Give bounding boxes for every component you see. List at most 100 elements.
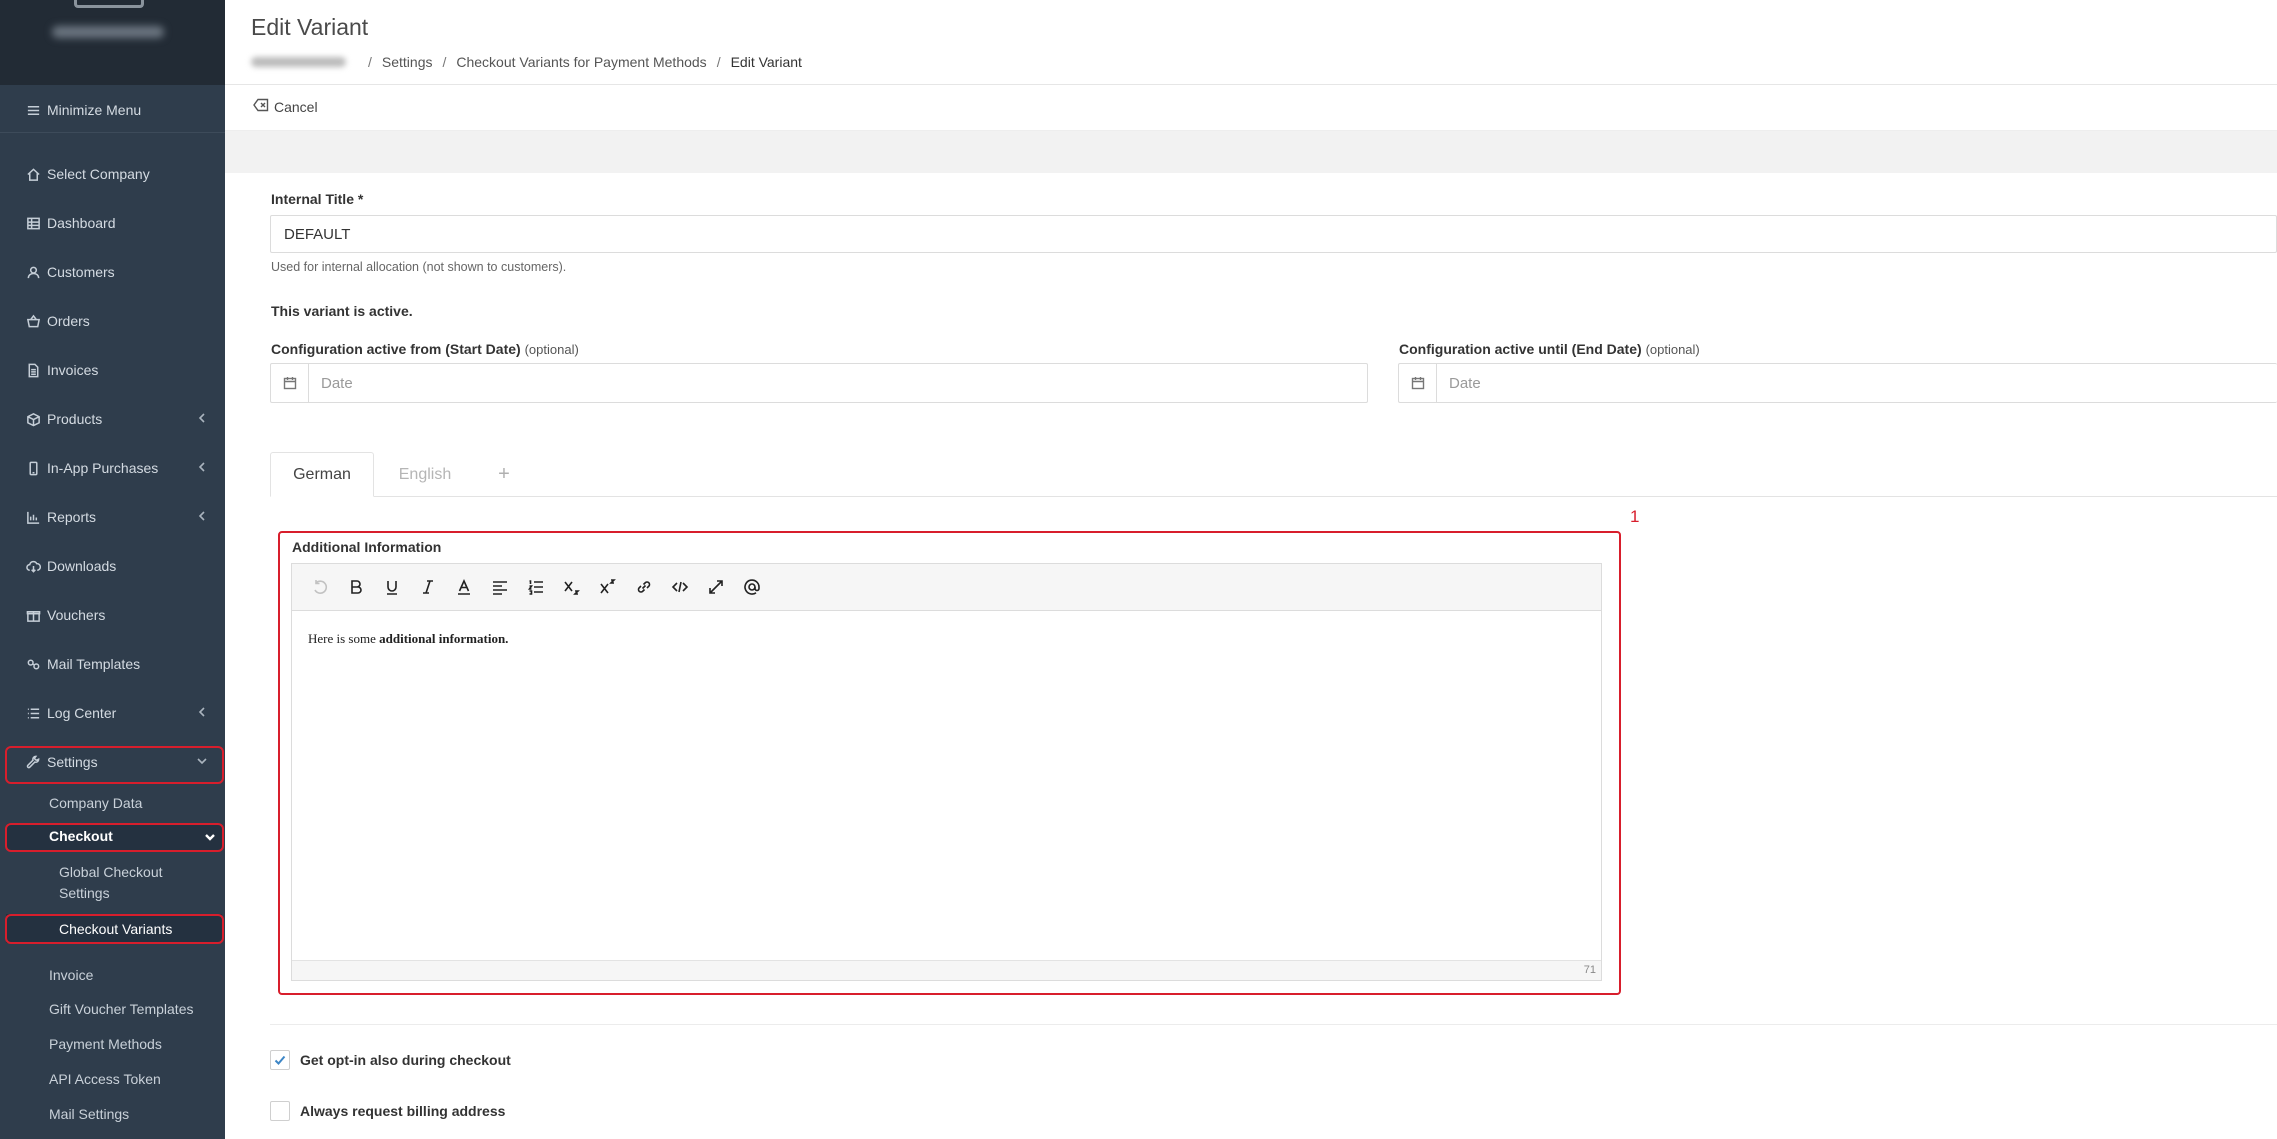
sidebar-sub-item-company-data[interactable]: Company Data (49, 793, 142, 814)
gift-icon (25, 607, 41, 623)
tab-german[interactable]: German (270, 452, 374, 497)
sidebar-item-dashboard[interactable]: Dashboard (0, 203, 225, 243)
chevron-left-icon (195, 509, 209, 523)
internal-title-input[interactable]: DEFAULT (270, 215, 2277, 253)
editor-text-bold: additional information. (379, 631, 509, 646)
end-date-field[interactable]: Date (1398, 363, 2277, 403)
billing-address-checkbox-row[interactable]: Always request billing address (270, 1101, 505, 1121)
rich-text-editor: Here is some additional information. 71 (291, 563, 1602, 981)
opt-in-checkbox-row[interactable]: Get opt-in also during checkout (270, 1050, 511, 1070)
end-date-optional: (optional) (1645, 342, 1700, 357)
italic-icon[interactable] (410, 572, 446, 602)
annotation-number: 1 (1630, 507, 1640, 526)
checkout-highlight-box (5, 823, 224, 852)
sidebar-sub-item-global-checkout-settings[interactable]: Global Checkout Settings (59, 862, 163, 904)
sidebar-item-downloads[interactable]: Downloads (0, 546, 225, 586)
opt-in-label: Get opt-in also during checkout (300, 1052, 511, 1068)
sidebar-item-label: Dashboard (47, 215, 116, 231)
editor-text-plain: Here is some (308, 631, 380, 646)
sidebar-item-label: Products (47, 411, 103, 427)
hamburger-icon (25, 102, 41, 118)
sidebar-sub-item-mail-settings[interactable]: Mail Settings (49, 1104, 129, 1125)
sidebar-item-invoices[interactable]: Invoices (0, 350, 225, 390)
code-icon[interactable] (662, 572, 698, 602)
cancel-button[interactable]: Cancel (253, 98, 318, 115)
start-date-input[interactable]: Date (309, 364, 1367, 402)
breadcrumb-settings[interactable]: Settings (382, 54, 433, 70)
breadcrumb-company-blurred[interactable] (251, 57, 346, 67)
sidebar-item-label: Log Center (47, 705, 117, 721)
text-color-icon[interactable] (446, 572, 482, 602)
breadcrumb-current: Edit Variant (730, 54, 802, 70)
cloud-download-icon (25, 558, 41, 574)
add-language-tab[interactable]: + (490, 452, 518, 497)
subscript-icon[interactable] (554, 572, 590, 602)
checkout-variants-highlight-box (5, 914, 224, 944)
superscript-icon[interactable] (590, 572, 626, 602)
breadcrumb-checkout-variants[interactable]: Checkout Variants for Payment Methods (456, 54, 706, 70)
mail-template-icon (25, 656, 41, 672)
editor-content[interactable]: Here is some additional information. (292, 611, 1601, 667)
fullscreen-icon[interactable] (698, 572, 734, 602)
minimize-menu-button[interactable]: Minimize Menu (0, 90, 225, 130)
sidebar-item-vouchers[interactable]: Vouchers (0, 595, 225, 635)
underline-icon[interactable] (374, 572, 410, 602)
start-date-field[interactable]: Date (270, 363, 1368, 403)
sidebar-item-in-app-purchases[interactable]: In-App Purchases (0, 448, 225, 488)
cancel-label: Cancel (274, 98, 318, 115)
link-icon[interactable] (626, 572, 662, 602)
start-date-optional: (optional) (524, 342, 579, 357)
end-date-input[interactable]: Date (1437, 364, 2277, 402)
start-date-label: Configuration active from (Start Date) (… (271, 341, 579, 357)
additional-information-label: Additional Information (292, 539, 442, 555)
tab-english[interactable]: English (388, 452, 462, 497)
chevron-left-icon (195, 460, 209, 474)
sidebar-item-reports[interactable]: Reports (0, 497, 225, 537)
internal-title-label: Internal Title * (271, 191, 364, 207)
sidebar-sub-item-payment-methods[interactable]: Payment Methods (49, 1034, 162, 1055)
mobile-icon (25, 460, 41, 476)
sidebar-sub-item-api-access-token[interactable]: API Access Token (49, 1069, 161, 1090)
table-icon (25, 215, 41, 231)
sidebar-item-customers[interactable]: Customers (0, 252, 225, 292)
check-icon (274, 1055, 286, 1065)
chevron-left-icon (195, 411, 209, 425)
list-icon (25, 705, 41, 721)
sidebar-item-label: Orders (47, 313, 90, 329)
sidebar-item-orders[interactable]: Orders (0, 301, 225, 341)
chevron-left-icon (195, 705, 209, 719)
calendar-icon[interactable] (271, 364, 309, 402)
sidebar-item-label: Mail Templates (47, 656, 141, 672)
sidebar-divider (0, 132, 225, 133)
user-name-blurred[interactable] (52, 26, 164, 38)
tabs-baseline (270, 496, 2277, 497)
breadcrumb-separator: / (716, 54, 721, 70)
sidebar-sub-item-invoice[interactable]: Invoice (49, 965, 93, 986)
sidebar-item-label: Vouchers (47, 607, 106, 623)
calendar-icon[interactable] (1399, 364, 1437, 402)
action-toolbar: Cancel (225, 85, 2277, 131)
align-left-icon[interactable] (482, 572, 518, 602)
mention-icon[interactable] (734, 572, 770, 602)
global-checkout-label-line2: Settings (59, 885, 110, 901)
opt-in-checkbox[interactable] (270, 1050, 290, 1070)
character-count: 71 (1583, 964, 1596, 976)
sidebar-item-products[interactable]: Products (0, 399, 225, 439)
sidebar-sub-item-gift-voucher-templates[interactable]: Gift Voucher Templates (49, 999, 193, 1020)
editor-statusbar: 71 (292, 960, 1601, 980)
numbered-list-icon[interactable] (518, 572, 554, 602)
editor-toolbar (292, 564, 1601, 611)
sidebar-item-mail-templates[interactable]: Mail Templates (0, 644, 225, 684)
undo-icon[interactable] (302, 572, 338, 602)
box-icon (25, 411, 41, 427)
bold-icon[interactable] (338, 572, 374, 602)
sidebar-header (0, 0, 225, 85)
user-icon (25, 264, 41, 280)
billing-address-checkbox[interactable] (270, 1101, 290, 1121)
breadcrumb-separator: / (368, 54, 372, 70)
page-title: Edit Variant (251, 14, 369, 40)
sidebar-item-log-center[interactable]: Log Center (0, 693, 225, 733)
sidebar-item-select-company[interactable]: Select Company (0, 154, 225, 194)
sidebar-item-label: Customers (47, 264, 115, 280)
settings-highlight-box (5, 746, 224, 784)
